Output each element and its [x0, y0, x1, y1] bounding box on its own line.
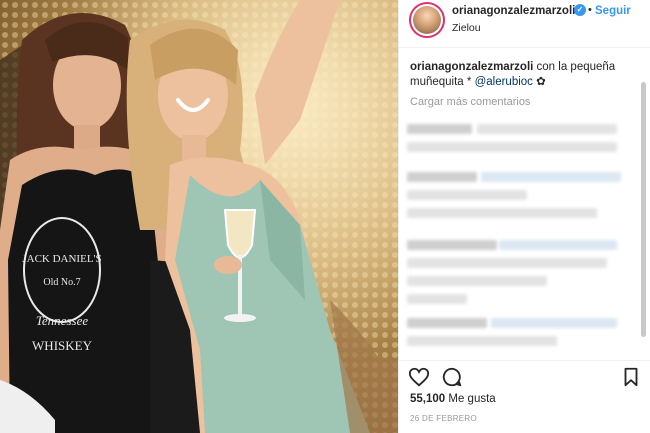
- comment-icon[interactable]: [441, 366, 463, 388]
- header-separator: •: [588, 4, 592, 16]
- svg-text:Tennessee: Tennessee: [36, 313, 88, 328]
- likes-count[interactable]: 55,100 Me gusta: [410, 393, 496, 405]
- photo-illustration: JACK DANIEL'S Old No.7 Tennessee WHISKEY: [0, 0, 398, 433]
- post-actions: 55,100 Me gusta 26 DE FEBRERO: [399, 360, 650, 432]
- follow-button[interactable]: Seguir: [595, 5, 631, 17]
- likes-label: Me gusta: [445, 393, 496, 405]
- avatar[interactable]: [409, 2, 445, 38]
- caption-emoji: ✿: [536, 76, 546, 88]
- avatar-image: [413, 6, 441, 34]
- load-more-comments-button[interactable]: Cargar más comentarios: [410, 96, 530, 108]
- likes-number: 55,100: [410, 393, 446, 405]
- post-header: orianagonzalezmarzoli ✓ • Seguir Zielou: [399, 0, 650, 48]
- svg-text:Old No.7: Old No.7: [43, 277, 80, 288]
- header-username[interactable]: orianagonzalezmarzoli: [452, 5, 575, 17]
- svg-text:JACK DANIEL'S: JACK DANIEL'S: [22, 253, 101, 265]
- post-caption: orianagonzalezmarzoli con la pequeña muñ…: [410, 60, 625, 90]
- post-side-panel: orianagonzalezmarzoli ✓ • Seguir Zielou …: [399, 0, 650, 433]
- caption-username[interactable]: orianagonzalezmarzoli: [410, 61, 533, 73]
- comments-section[interactable]: orianagonzalezmarzoli con la pequeña muñ…: [399, 48, 650, 358]
- caption-mention[interactable]: @alerubioc: [475, 76, 533, 88]
- bookmark-icon[interactable]: [620, 366, 642, 388]
- location-link[interactable]: Zielou: [452, 22, 481, 34]
- heart-icon[interactable]: [408, 366, 430, 388]
- verified-badge-icon: ✓: [574, 4, 586, 16]
- comments-scrollbar[interactable]: [641, 82, 646, 337]
- post-date[interactable]: 26 DE FEBRERO: [410, 414, 477, 423]
- post-photo[interactable]: JACK DANIEL'S Old No.7 Tennessee WHISKEY: [0, 0, 398, 433]
- blurred-comments: [399, 118, 639, 358]
- svg-text:WHISKEY: WHISKEY: [32, 338, 93, 353]
